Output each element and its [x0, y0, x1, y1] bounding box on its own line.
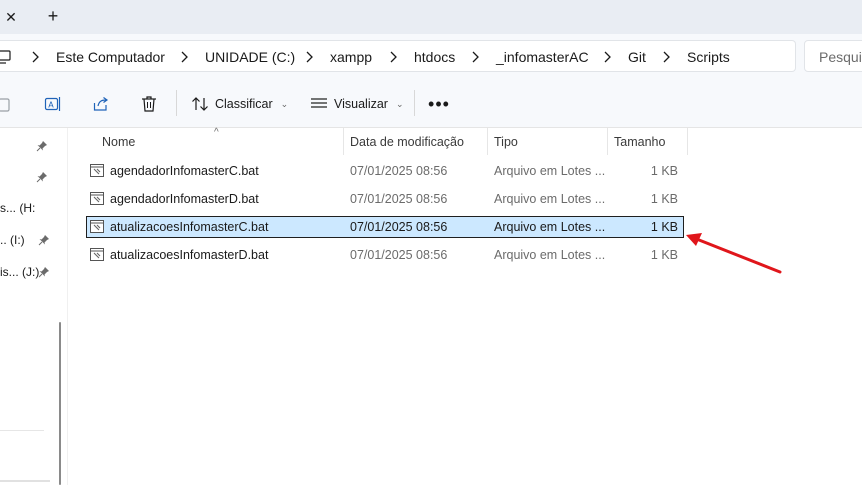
nav-divider	[0, 480, 50, 482]
plus-icon: +	[47, 5, 59, 26]
sort-button[interactable]: Classificar ⌄	[191, 93, 288, 115]
toolbar-divider	[176, 90, 177, 116]
nav-item[interactable]	[0, 168, 58, 188]
chevron-down-icon: ⌄	[280, 98, 289, 109]
batch-file-icon	[90, 192, 104, 205]
chevron-right-icon	[472, 51, 479, 63]
file-type: Arquivo em Lotes ...	[494, 220, 606, 234]
file-name: atualizacoesInfomasterD.bat	[110, 248, 269, 262]
chevron-right-icon	[32, 51, 39, 63]
nav-item-label: .. (I:)	[0, 233, 25, 247]
nav-divider	[0, 430, 44, 431]
more-options-button[interactable]: •••	[428, 93, 450, 115]
delete-icon[interactable]	[140, 95, 158, 113]
file-date: 07/01/2025 08:56	[350, 192, 448, 206]
file-date: 07/01/2025 08:56	[350, 220, 448, 234]
column-header-type[interactable]: Tipo	[488, 128, 608, 155]
view-icon	[311, 98, 327, 108]
nav-item-label: is... (J:)	[0, 265, 40, 279]
file-type: Arquivo em Lotes ...	[494, 164, 606, 178]
chevron-right-icon	[306, 51, 313, 63]
file-type: Arquivo em Lotes ...	[494, 192, 606, 206]
file-name: atualizacoesInfomasterC.bat	[110, 220, 269, 234]
address-row: Este Computador UNIDADE (C:) xampp htdoc…	[0, 34, 862, 78]
nav-item-label: s... (H:	[0, 201, 36, 215]
column-header-size[interactable]: Tamanho	[608, 128, 688, 155]
toolbar-divider	[414, 90, 415, 116]
file-row[interactable]: agendadorInfomasterC.bat 07/01/2025 08:5…	[86, 160, 684, 182]
sort-icon	[192, 97, 208, 111]
column-header-name[interactable]: Nome	[96, 128, 344, 155]
close-icon: ✕	[5, 8, 17, 25]
view-button[interactable]: Visualizar ⌄	[310, 93, 404, 115]
search-placeholder: Pesquis	[819, 49, 862, 65]
chevron-right-icon	[663, 51, 670, 63]
file-row[interactable]: atualizacoesInfomasterD.bat 07/01/2025 0…	[86, 244, 684, 266]
computer-icon	[0, 50, 11, 64]
file-type: Arquivo em Lotes ...	[494, 248, 606, 262]
share-icon[interactable]	[92, 95, 110, 113]
file-name: agendadorInfomasterC.bat	[110, 164, 259, 178]
batch-file-icon	[90, 248, 104, 261]
file-date: 07/01/2025 08:56	[350, 164, 448, 178]
nav-item-drive-h[interactable]: s... (H:	[0, 198, 58, 218]
file-size: 1 KB	[650, 220, 678, 234]
nav-item[interactable]	[0, 137, 58, 157]
pin-icon[interactable]	[38, 234, 50, 246]
rename-icon[interactable]: A	[44, 95, 62, 113]
file-list: ^ Nome Data de modificação Tipo Tamanho …	[68, 127, 862, 485]
breadcrumb-item[interactable]: Este Computador	[56, 49, 165, 65]
file-row-selected[interactable]: atualizacoesInfomasterC.bat 07/01/2025 0…	[86, 216, 684, 238]
pin-icon[interactable]	[36, 140, 48, 152]
file-size: 1 KB	[650, 164, 678, 178]
nav-scrollbar[interactable]	[59, 322, 61, 485]
chevron-right-icon	[390, 51, 397, 63]
annotation-arrow-icon	[686, 233, 782, 274]
file-name: agendadorInfomasterD.bat	[110, 192, 259, 206]
svg-text:A: A	[48, 101, 54, 110]
chevron-down-icon: ⌄	[395, 98, 404, 109]
pin-icon[interactable]	[36, 171, 48, 183]
breadcrumb-item[interactable]: UNIDADE (C:)	[205, 49, 295, 65]
navigation-pane: s... (H: .. (I:) is... (J:)	[0, 128, 68, 485]
breadcrumb-item[interactable]: htdocs	[414, 49, 455, 65]
breadcrumb-item[interactable]: Git	[628, 49, 646, 65]
copy-icon[interactable]	[0, 95, 14, 113]
sort-label: Classificar	[215, 97, 273, 111]
file-date: 07/01/2025 08:56	[350, 248, 448, 262]
chevron-right-icon	[604, 51, 611, 63]
view-label: Visualizar	[334, 97, 388, 111]
batch-file-icon	[90, 220, 104, 233]
close-tab-button[interactable]: ✕	[0, 4, 22, 30]
file-size: 1 KB	[650, 192, 678, 206]
breadcrumb-item[interactable]: xampp	[330, 49, 372, 65]
batch-file-icon	[90, 164, 104, 177]
tab-strip: ✕ +	[0, 0, 862, 34]
chevron-right-icon	[181, 51, 188, 63]
file-row[interactable]: agendadorInfomasterD.bat 07/01/2025 08:5…	[86, 188, 684, 210]
command-bar: A Classificar ⌄ Visualizar ⌄ •••	[0, 78, 862, 128]
pin-icon[interactable]	[38, 266, 50, 278]
column-header-date[interactable]: Data de modificação	[344, 128, 488, 155]
file-size: 1 KB	[650, 248, 678, 262]
new-tab-button[interactable]: +	[44, 5, 62, 27]
address-bar[interactable]: Este Computador UNIDADE (C:) xampp htdoc…	[0, 40, 796, 72]
breadcrumb-item[interactable]: _infomasterAC	[496, 49, 589, 65]
breadcrumb-item[interactable]: Scripts	[687, 49, 730, 65]
search-input[interactable]: Pesquis	[804, 40, 862, 72]
